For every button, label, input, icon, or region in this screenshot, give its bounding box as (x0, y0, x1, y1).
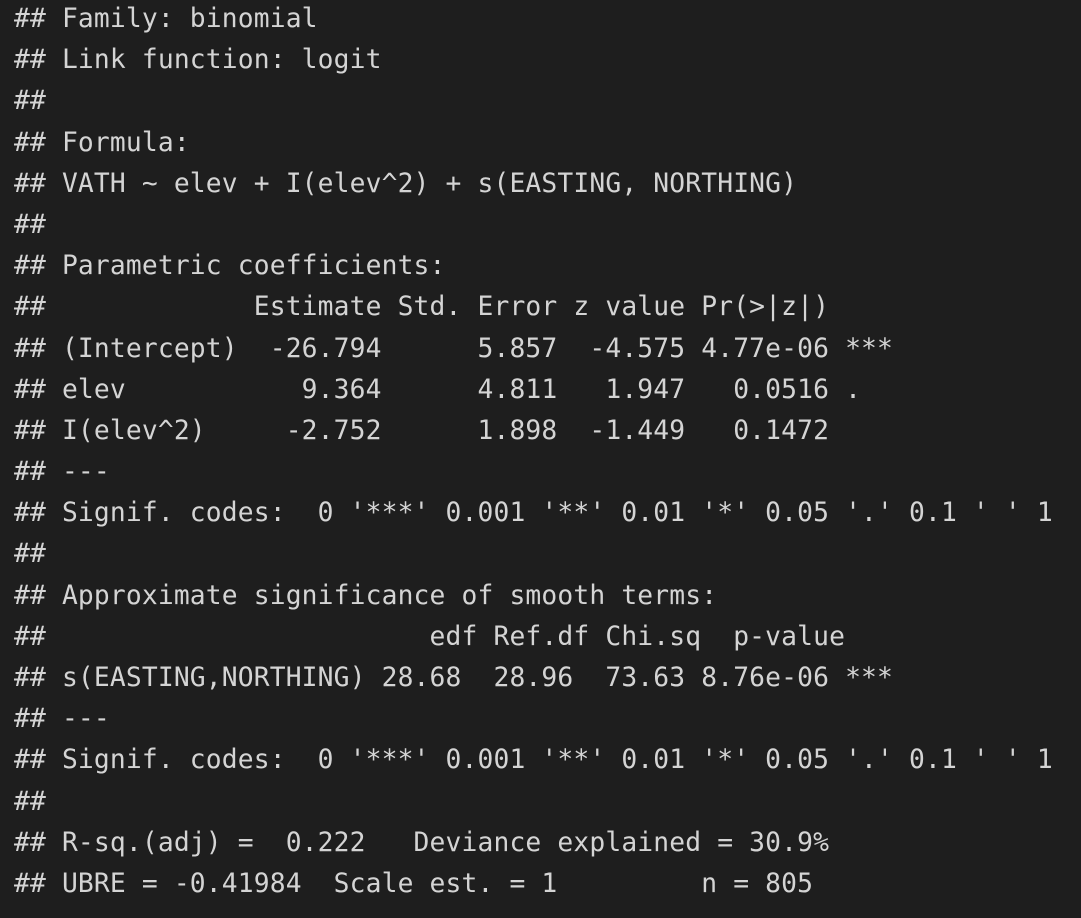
smooth-row-easting-northing: ## s(EASTING,NORTHING) 28.68 28.96 73.63… (14, 663, 894, 693)
coef-row-elev: ## elev 9.364 4.811 1.947 0.0516 . (14, 374, 862, 405)
output-line-parametric-heading: ## Parametric coefficients: (14, 251, 446, 282)
output-line-link-function: ## Link function: logit (14, 45, 382, 76)
output-line-separator: ## --- (14, 457, 110, 488)
coef-table-header: ## Estimate Std. Error z value Pr(>|z|) (14, 292, 830, 323)
output-line-blank: ## (14, 786, 46, 817)
coef-row-elev-squared: ## I(elev^2) -2.752 1.898 -1.449 0.1472 (14, 415, 830, 446)
signif-codes-line: ## Signif. codes: 0 '***' 0.001 '**' 0.0… (14, 745, 1053, 776)
output-line-formula: ## VATH ~ elev + I(elev^2) + s(EASTING, … (14, 168, 798, 199)
signif-codes-line: ## Signif. codes: 0 '***' 0.001 '**' 0.0… (14, 498, 1053, 529)
output-line-ubre-scale-n: ## UBRE = -0.41984 Scale est. = 1 n = 80… (14, 868, 814, 899)
output-line-smooth-heading: ## Approximate significance of smooth te… (14, 580, 718, 611)
output-line-blank: ## (14, 86, 46, 117)
output-line-blank: ## (14, 209, 46, 240)
smooth-table-header: ## edf Ref.df Chi.sq p-value (14, 621, 846, 652)
output-line-rsq-deviance: ## R-sq.(adj) = 0.222 Deviance explained… (14, 827, 830, 858)
output-line-family: ## Family: binomial (14, 4, 318, 34)
console-output: ## Family: binomial ## Link function: lo… (0, 0, 1081, 917)
output-line-separator: ## --- (14, 704, 110, 735)
output-line-formula-heading: ## Formula: (14, 127, 190, 158)
output-line-blank: ## (14, 539, 46, 570)
coef-row-intercept: ## (Intercept) -26.794 5.857 -4.575 4.77… (14, 333, 894, 364)
